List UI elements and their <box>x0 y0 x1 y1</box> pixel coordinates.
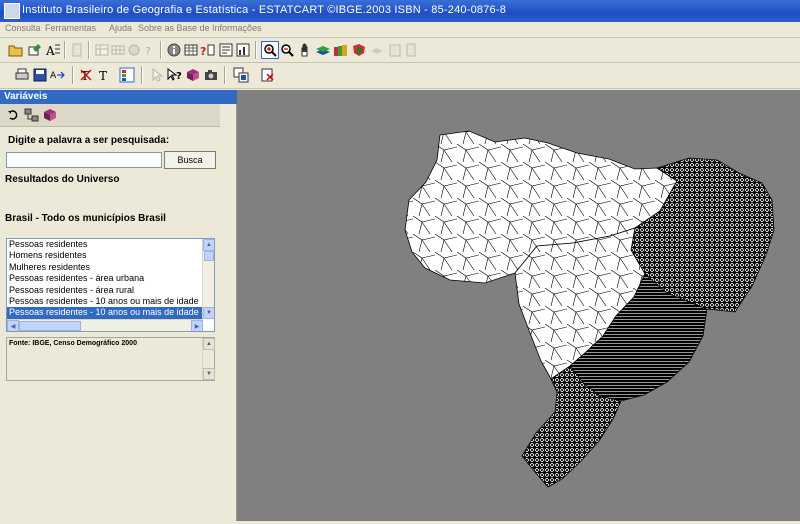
menu-sobre[interactable]: Sobre as Base de Informações <box>138 23 262 33</box>
legend-icon[interactable] <box>119 67 135 83</box>
menu-consulta[interactable]: Consulta <box>5 23 41 33</box>
search-input[interactable] <box>6 152 162 168</box>
scroll-up-icon[interactable]: ▲ <box>203 338 215 350</box>
source-box: Fonte: IBGE, Censo Demográfico 2000 ▲ ▼ <box>6 337 215 381</box>
camera-icon[interactable] <box>203 67 219 83</box>
books-icon[interactable] <box>333 42 349 58</box>
open-folder-icon[interactable] <box>8 42 24 58</box>
scroll-down-icon[interactable]: ▼ <box>203 307 214 319</box>
add-layer-icon[interactable] <box>27 42 43 58</box>
close-map-icon[interactable] <box>260 67 276 83</box>
scroll-down-icon[interactable]: ▼ <box>203 368 215 380</box>
book-icon[interactable] <box>185 67 201 83</box>
svg-text:T: T <box>99 69 107 82</box>
list-item[interactable]: Pessoas residentes - 10 anos ou mais de … <box>7 296 203 307</box>
list-item[interactable]: Pessoas residentes <box>7 239 203 250</box>
source-text: Fonte: IBGE, Censo Demográfico 2000 <box>9 340 137 347</box>
list-item[interactable]: Pessoas residentes - área urbana <box>7 273 203 284</box>
save-icon[interactable] <box>32 67 48 83</box>
svg-text:?: ? <box>145 45 151 57</box>
scroll-thumb-horizontal[interactable] <box>19 321 81 331</box>
map-view[interactable] <box>237 90 800 521</box>
scroll-right-icon[interactable]: ▶ <box>191 320 203 331</box>
scroll-left-icon[interactable]: ◀ <box>7 320 19 331</box>
dictionary-icon[interactable] <box>42 108 58 122</box>
layers-icon[interactable] <box>315 42 331 58</box>
query-icon[interactable]: ? <box>142 42 158 58</box>
map-layout-icon[interactable] <box>233 67 249 83</box>
info-icon[interactable] <box>166 42 182 58</box>
menu-bar: Consulta Ferramentas Ajuda Sobre as Base… <box>0 22 800 36</box>
pointer-icon[interactable] <box>149 67 165 83</box>
svg-text:?: ? <box>200 45 206 57</box>
main-toolbar: A ? ? <box>0 37 800 63</box>
clipboard-icon[interactable] <box>387 42 403 58</box>
table-grid-icon[interactable] <box>110 42 126 58</box>
variables-panel: Variáveis Digite a palavra a ser pesquis… <box>0 90 238 521</box>
window-title: Instituto Brasileiro de Geografia e Esta… <box>22 4 507 16</box>
list-item-selected[interactable]: Pessoas residentes - 10 anos ou mais de … <box>7 307 203 319</box>
menu-ajuda[interactable]: Ajuda <box>109 23 132 33</box>
text-icon[interactable]: T <box>96 67 112 83</box>
print-icon[interactable] <box>14 67 30 83</box>
undo-icon[interactable] <box>5 108 21 122</box>
list-item[interactable]: Homens residentes <box>7 250 203 261</box>
list-item[interactable]: Mulheres residentes <box>7 262 203 273</box>
list-horizontal-scrollbar[interactable]: ◀ ▶ <box>7 319 203 331</box>
svg-text:?: ? <box>176 71 182 82</box>
list-item[interactable]: Pessoas residentes - área rural <box>7 285 203 296</box>
zoom-in-icon[interactable] <box>261 41 279 59</box>
panel-toolbar <box>0 104 220 127</box>
delete-text-icon[interactable]: T <box>78 67 94 83</box>
variables-list[interactable]: Pessoas residentes Homens residentes Mul… <box>6 238 215 332</box>
attribute-icon[interactable] <box>126 42 142 58</box>
svg-text:A: A <box>50 71 57 81</box>
export-icon[interactable]: A <box>50 67 66 83</box>
search-label: Digite a palavra a ser pesquisada: <box>8 135 170 146</box>
panel-title: Variáveis <box>0 90 238 104</box>
brazil-municipalities-map[interactable] <box>237 90 800 521</box>
pan-icon[interactable] <box>297 42 313 58</box>
statistics-icon[interactable] <box>183 42 199 58</box>
list-vertical-scrollbar[interactable]: ▲ ▼ <box>202 239 214 319</box>
variable-tree-icon[interactable] <box>24 108 40 122</box>
text-properties-icon[interactable]: A <box>45 42 61 58</box>
svg-text:A: A <box>45 44 55 57</box>
source-scrollbar[interactable]: ▲ ▼ <box>202 338 215 380</box>
copy-icon[interactable] <box>69 42 85 58</box>
title-bar: Instituto Brasileiro de Geografia e Esta… <box>0 0 800 22</box>
map-icon[interactable] <box>351 42 367 58</box>
dataset-label: Brasil - Todo os municípios Brasil <box>5 213 166 224</box>
chart-icon[interactable] <box>235 42 251 58</box>
help-pointer-icon[interactable]: ? <box>167 67 183 83</box>
results-title: Resultados do Universo <box>5 174 120 185</box>
search-button[interactable]: Busca <box>164 151 216 169</box>
scroll-up-icon[interactable]: ▲ <box>203 239 214 251</box>
zoom-out-icon[interactable] <box>279 42 295 58</box>
secondary-toolbar: A T T ? <box>0 63 800 89</box>
app-icon[interactable] <box>4 3 20 19</box>
help-query-icon[interactable]: ? <box>200 42 216 58</box>
table-icon[interactable] <box>94 42 110 58</box>
scroll-thumb[interactable] <box>204 251 214 261</box>
menu-ferramentas[interactable]: Ferramentas <box>45 23 96 33</box>
query-builder-icon[interactable] <box>218 42 234 58</box>
layer-order-icon[interactable] <box>369 42 385 58</box>
page-icon[interactable] <box>403 42 419 58</box>
